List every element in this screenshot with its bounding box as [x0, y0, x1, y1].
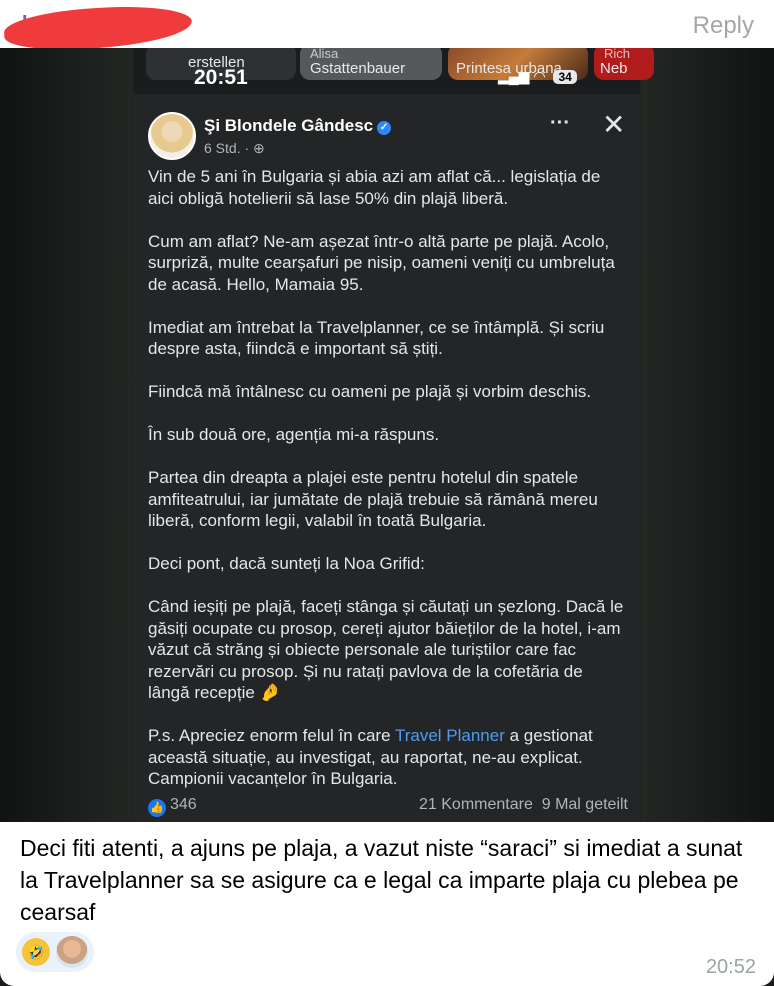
- reply-button[interactable]: Reply: [693, 12, 754, 40]
- author-avatar: [148, 112, 196, 160]
- signal-icon: ▂▄▆: [498, 68, 530, 84]
- story-item: Rich Neb: [594, 48, 654, 80]
- post-paragraph: Fiindcă mă întâlnesc cu oameni pe plajă …: [148, 382, 592, 401]
- author-name: Şi Blondele Gândesc ✓: [204, 116, 392, 136]
- more-options-icon: ···: [550, 112, 570, 134]
- battery-icon: 34: [553, 70, 577, 84]
- globe-icon: ⊕: [253, 140, 265, 156]
- post-paragraph: În sub două ore, agenția mi-a răspuns.: [148, 425, 440, 444]
- like-count: 346: [170, 796, 197, 813]
- comment-count: 21 Kommentare: [419, 796, 533, 813]
- engagement-counts: 21 Kommentare 9 Mal geteilt: [419, 796, 628, 814]
- verified-badge-icon: ✓: [377, 121, 392, 135]
- story-sublabel: Alisa: [310, 48, 339, 61]
- story-sublabel: Rich: [604, 48, 631, 61]
- reactor-avatar: [56, 936, 88, 968]
- reply-header: I Reply: [0, 0, 774, 53]
- status-icons: ▂▄▆ ◠ 34: [498, 68, 577, 85]
- story-item: Alisa Gstattenbauer: [300, 48, 442, 80]
- travel-planner-link: Travel Planner: [394, 726, 505, 745]
- ps-text: P.s. Apreciez enorm felul în care: [148, 726, 395, 745]
- post-ps: P.s. Apreciez enorm felul în care Travel…: [148, 725, 628, 790]
- status-bar: erstellen Alisa Gstattenbauer Printesa u…: [134, 48, 654, 94]
- post-paragraph: Deci pont, dacă sunteți la Noa Grifid:: [148, 554, 425, 573]
- post-header: Şi Blondele Gândesc ✓ 6 Std. · ⊕ ··· ✕: [148, 109, 628, 162]
- story-label: Neb: [600, 60, 628, 77]
- like-icon: 👍: [148, 799, 166, 817]
- post-paragraph: Imediat am întrebat la Travelplanner, ce…: [148, 317, 605, 359]
- story-label: Gstattenbauer: [310, 60, 406, 77]
- rolling-laughing-emoji-icon: 🤣: [22, 938, 50, 966]
- post-time: 6 Std. ·: [204, 140, 250, 156]
- post-body: Vin de 5 ani în Bulgaria și abia azi am …: [148, 166, 628, 811]
- post-paragraph: Partea din dreapta a plajei este pentru …: [148, 468, 598, 530]
- share-count: 9 Mal geteilt: [541, 796, 628, 813]
- redaction-scribble: [3, 3, 193, 53]
- post-meta: 6 Std. · ⊕: [204, 140, 265, 157]
- message-reactions[interactable]: 🤣: [16, 932, 94, 972]
- close-icon: ✕: [602, 109, 626, 140]
- post-paragraph: Cum am aflat? Ne-am așezat într-o altă p…: [148, 231, 615, 294]
- message-text: Deci fiti atenti, a ajuns pe plaja, a va…: [20, 835, 743, 925]
- status-time: 20:51: [194, 66, 248, 89]
- author-name-text: Şi Blondele Gândesc: [204, 116, 374, 135]
- wifi-icon: ◠: [533, 68, 546, 84]
- phone-screen: erstellen Alisa Gstattenbauer Printesa u…: [134, 48, 654, 822]
- post-reactions: 👍 346 21 Kommentare 9 Mal geteilt: [148, 796, 628, 817]
- post-paragraph: Când ieșiți pe plajă, faceți stânga și c…: [148, 597, 624, 702]
- attached-screenshot[interactable]: erstellen Alisa Gstattenbauer Printesa u…: [0, 48, 774, 822]
- post-paragraph: Vin de 5 ani în Bulgaria și abia azi am …: [148, 167, 601, 208]
- message-time: 20:52: [705, 956, 756, 978]
